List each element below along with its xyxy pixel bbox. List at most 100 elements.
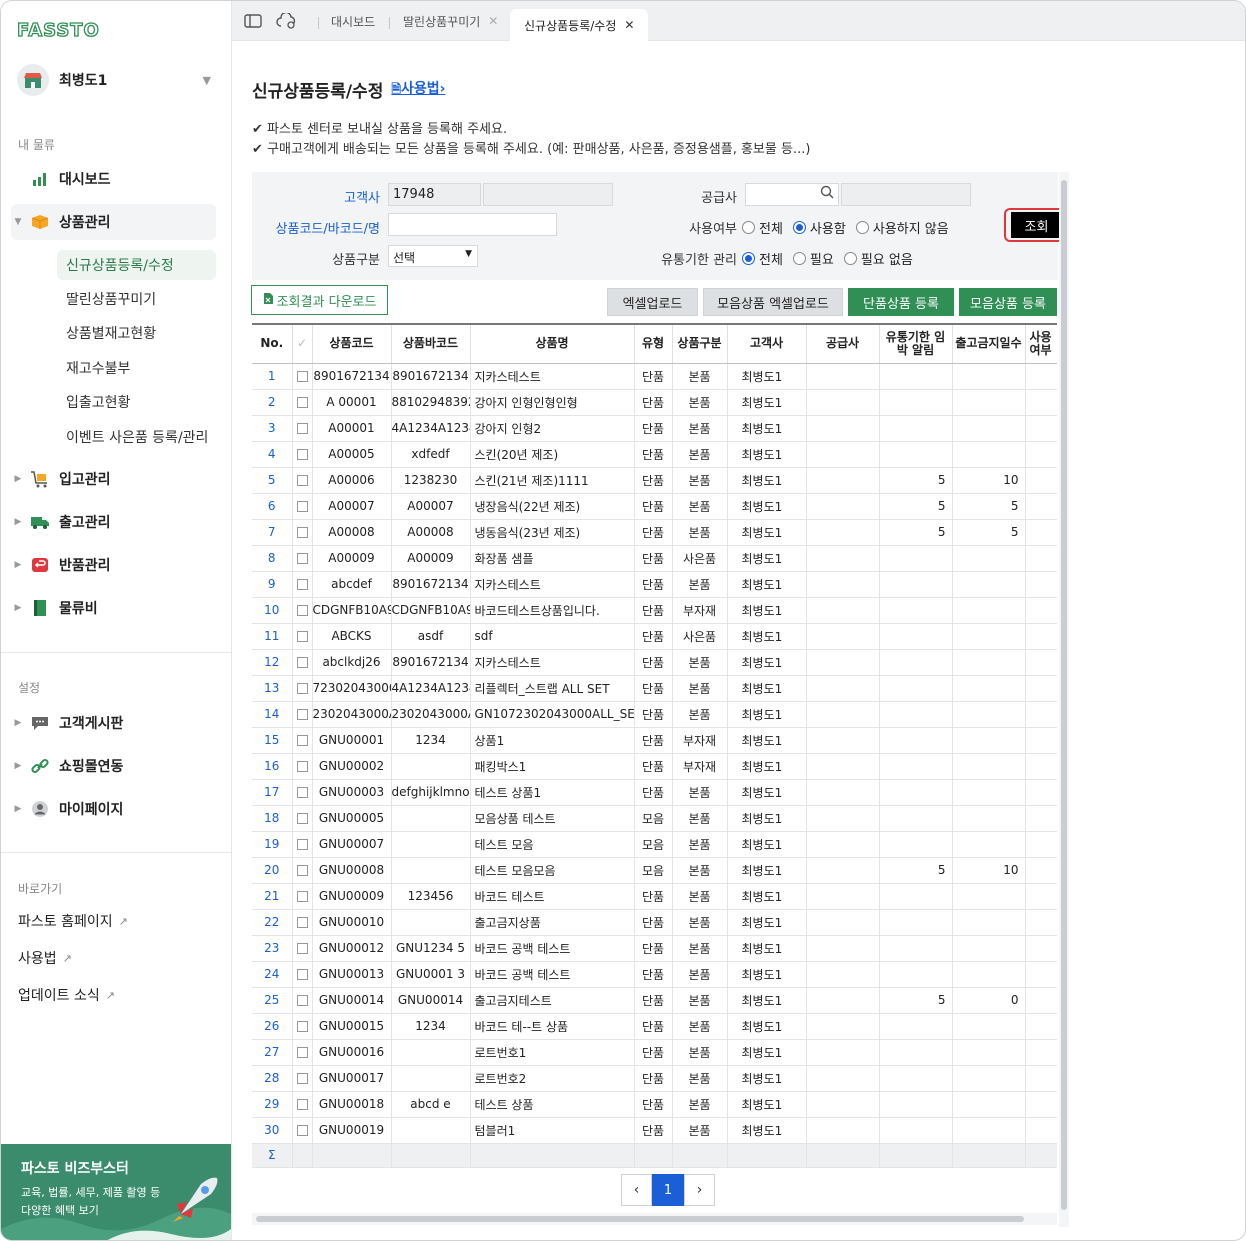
- close-icon[interactable]: ✕: [624, 18, 634, 32]
- col-header-ship-ban-days[interactable]: 출고금지일수: [952, 325, 1026, 364]
- table-row[interactable]: 22 GNU00010 출고금지상품단품본품최병도1 Y: [252, 909, 1057, 936]
- row-checkbox[interactable]: [296, 943, 308, 954]
- cell-checkbox[interactable]: [292, 701, 313, 728]
- col-header-no[interactable]: No.: [252, 325, 293, 364]
- table-row[interactable]: 27 GNU00016 로트번호1단품본품최병도1 Y: [252, 1039, 1057, 1066]
- row-checkbox[interactable]: [296, 1125, 308, 1136]
- sidebar-item-inbound[interactable]: ▶ 입고관리: [11, 461, 216, 497]
- horizontal-scrollbar[interactable]: [252, 1213, 1057, 1225]
- scrollbar-thumb[interactable]: [256, 1216, 1024, 1222]
- table-row[interactable]: 13 72302043000A4A1234A1234A리플렉터_스트랩 ALL S…: [252, 675, 1057, 702]
- cloud-settings-icon[interactable]: [276, 11, 298, 31]
- pager-page[interactable]: 1: [652, 1174, 684, 1206]
- cell-checkbox[interactable]: [292, 909, 313, 936]
- customer-code-field[interactable]: 17948: [388, 183, 481, 206]
- row-checkbox[interactable]: [296, 917, 308, 928]
- table-row[interactable]: 2 A 000018810294839202강아지 인형인형인형단품본품최병도1 Y: [252, 389, 1057, 416]
- row-checkbox[interactable]: [296, 839, 308, 850]
- cell-checkbox[interactable]: [292, 935, 313, 962]
- table-row[interactable]: 26 GNU000151234바코드 테--트 상품단품본품최병도1 Y: [252, 1013, 1057, 1040]
- table-row[interactable]: 8A00009A00009화장품 샘플단품사은품최병도1Y: [252, 545, 1057, 572]
- link-fassto-home[interactable]: 파스토 홈페이지 ↗: [18, 911, 128, 931]
- fassto-logo[interactable]: FASSTO: [17, 17, 111, 43]
- sidebar-toggle-icon[interactable]: [242, 11, 264, 31]
- row-checkbox[interactable]: [296, 1021, 308, 1032]
- sidebar-sub-new-product[interactable]: 신규상품등록/수정: [57, 250, 216, 280]
- row-checkbox[interactable]: [296, 605, 308, 616]
- cell-checkbox[interactable]: [292, 493, 313, 520]
- row-checkbox[interactable]: [296, 657, 308, 668]
- cell-checkbox[interactable]: [292, 987, 313, 1014]
- cell-checkbox[interactable]: [292, 441, 313, 468]
- row-checkbox[interactable]: [296, 1073, 308, 1084]
- row-checkbox[interactable]: [296, 527, 308, 538]
- cell-checkbox[interactable]: [292, 1065, 313, 1092]
- supplier-name-field[interactable]: [841, 183, 971, 206]
- product-code-input[interactable]: [388, 213, 557, 236]
- tab-dashboard[interactable]: 대시보드: [331, 1, 375, 41]
- table-row[interactable]: 5A000061238230스킨(21년 제조)1111단품본품최병도1510Y: [252, 467, 1057, 494]
- table-row[interactable]: 9 abcdef8901672134지카스테스트단품본품최병도1 Y: [252, 571, 1057, 598]
- table-row[interactable]: 18 GNU00005 모음상품 테스트모음본품최병도1 Y: [252, 805, 1057, 832]
- cell-checkbox[interactable]: [292, 883, 313, 910]
- col-header-category[interactable]: 상품구분: [672, 325, 728, 364]
- col-header-type[interactable]: 유형: [634, 325, 673, 364]
- col-header-barcode[interactable]: 상품바코드: [391, 325, 471, 364]
- cell-checkbox[interactable]: [292, 857, 313, 884]
- row-checkbox[interactable]: [296, 969, 308, 980]
- table-row[interactable]: 11 ABCKSasdfsdf단품사은품최병도1 Y: [252, 623, 1057, 650]
- cell-checkbox[interactable]: [292, 597, 313, 624]
- download-results-button[interactable]: 조회결과 다운로드: [251, 285, 388, 315]
- row-checkbox[interactable]: [296, 787, 308, 798]
- cell-checkbox[interactable]: [292, 779, 313, 806]
- chevron-down-icon[interactable]: ▼: [203, 74, 211, 87]
- col-header-use[interactable]: 사용여부: [1025, 325, 1057, 364]
- single-product-register-button[interactable]: 단품상품 등록: [848, 288, 954, 316]
- link-updates[interactable]: 업데이트 소식 ↗: [18, 985, 115, 1005]
- cell-checkbox[interactable]: [292, 623, 313, 650]
- pager-next[interactable]: ›: [684, 1174, 715, 1206]
- row-checkbox[interactable]: [296, 1099, 308, 1110]
- cell-checkbox[interactable]: [292, 805, 313, 832]
- cell-checkbox[interactable]: [292, 753, 313, 780]
- set-excel-upload-button[interactable]: 모음상품 엑셀업로드: [703, 288, 843, 316]
- col-header-expiry-alert[interactable]: 유통기한 임박 알림: [879, 325, 953, 364]
- table-row[interactable]: 6A00007A00007냉장음식(22년 제조)단품본품최병도155Y: [252, 493, 1057, 520]
- cell-checkbox[interactable]: [292, 363, 313, 390]
- table-row[interactable]: 30 GNU00019 텀블러1단품본품최병도1 Y: [252, 1117, 1057, 1144]
- row-checkbox[interactable]: [296, 397, 308, 408]
- cell-checkbox[interactable]: [292, 1039, 313, 1066]
- radio-use-yes[interactable]: [792, 221, 806, 234]
- cell-checkbox[interactable]: [292, 1013, 313, 1040]
- sidebar-sub-event-gift[interactable]: 이벤트 사은품 등록/관리: [57, 422, 216, 452]
- link-guide[interactable]: 사용법 ↗: [18, 948, 72, 968]
- sidebar-item-mypage[interactable]: ▶ 마이페이지: [11, 791, 216, 827]
- table-row[interactable]: 23 GNU00012GNU1234 5바코드 공백 테스트단품본품최병도1 Y: [252, 935, 1057, 962]
- table-row[interactable]: 20 GNU00008 테스트 모음모음모음본품최병도1 510Y: [252, 857, 1057, 884]
- row-checkbox[interactable]: [296, 891, 308, 902]
- radio-expiry-all[interactable]: [742, 252, 755, 265]
- table-row[interactable]: 21 GNU00009123456바코드 테스트단품본품최병도1 Y: [252, 883, 1057, 910]
- row-checkbox[interactable]: [296, 371, 308, 382]
- row-checkbox[interactable]: [296, 449, 308, 460]
- col-header-customer[interactable]: 고객사: [727, 325, 807, 364]
- row-checkbox[interactable]: [296, 475, 308, 486]
- col-header-name[interactable]: 상품명: [470, 325, 635, 364]
- sidebar-sub-stock-status[interactable]: 상품별재고현황: [57, 318, 216, 348]
- customer-label[interactable]: 고객사: [312, 187, 380, 206]
- row-checkbox[interactable]: [296, 501, 308, 512]
- sidebar-item-fee[interactable]: ▶ 물류비: [11, 590, 216, 626]
- cell-checkbox[interactable]: [292, 571, 313, 598]
- table-row[interactable]: 16 GNU00002 패킹박스1단품부자재최병도1 Y: [252, 753, 1057, 780]
- row-checkbox[interactable]: [296, 865, 308, 876]
- sidebar-sub-stock-ledger[interactable]: 재고수불부: [57, 353, 216, 383]
- cell-checkbox[interactable]: [292, 415, 313, 442]
- row-checkbox[interactable]: [296, 423, 308, 434]
- cell-checkbox[interactable]: [292, 649, 313, 676]
- user-selector[interactable]: 최병도1 ▼: [17, 63, 217, 97]
- type-select[interactable]: 선택 ▼: [388, 245, 478, 267]
- radio-use-no[interactable]: [855, 221, 869, 234]
- table-row[interactable]: 29 GNU00018abcd e테스트 상품단품본품최병도1 Y: [252, 1091, 1057, 1118]
- row-checkbox[interactable]: [296, 683, 308, 694]
- table-row[interactable]: 7A00008A00008냉동음식(23년 제조)단품본품최병도155Y: [252, 519, 1057, 546]
